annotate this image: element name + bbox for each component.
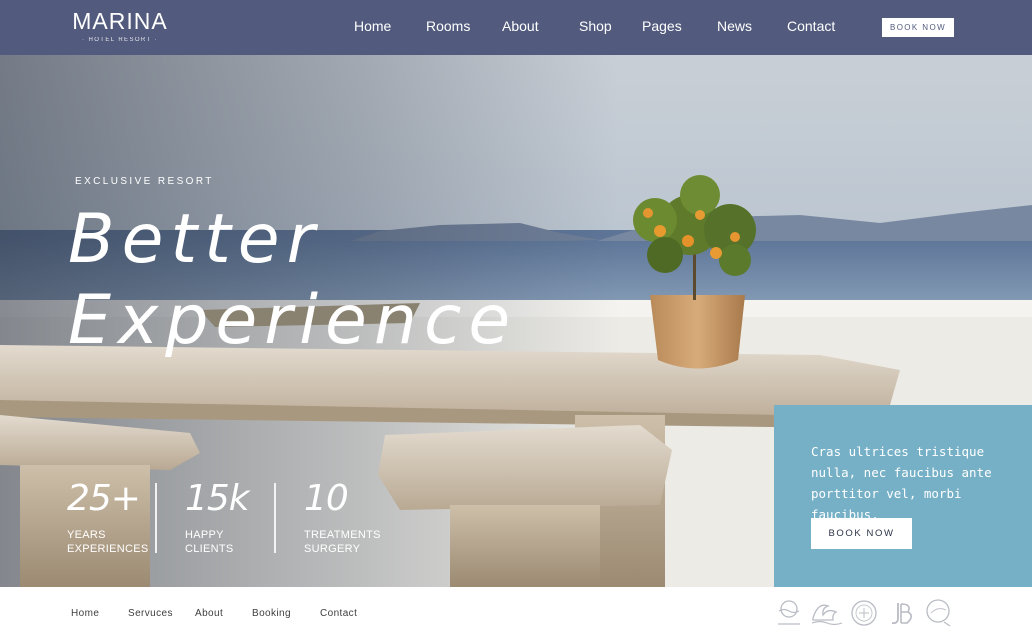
- stat-treatments-label-line2: SURGERY: [304, 543, 361, 555]
- stat-clients: 15k HAPPY CLIENTS: [185, 478, 250, 556]
- stat-divider: [274, 483, 276, 553]
- sun-sea-logo-icon: [778, 600, 800, 625]
- nav-home[interactable]: Home: [354, 18, 391, 34]
- brand-name: MARINA: [72, 8, 168, 34]
- nav-shop[interactable]: Shop: [579, 18, 612, 34]
- hero-section: EXCLUSIVE RESORT Better Experience 25+ Y…: [0, 55, 1032, 587]
- brand-tagline: · HOTEL RESORT ·: [82, 37, 158, 43]
- nav-contact[interactable]: Contact: [787, 18, 835, 34]
- stat-treatments-label-line1: TREATMENTS: [304, 529, 381, 541]
- nav-about[interactable]: About: [502, 18, 539, 34]
- footer-link-home[interactable]: Home: [71, 608, 99, 619]
- footer-link-contact[interactable]: Contact: [320, 608, 357, 619]
- stat-divider: [155, 483, 157, 553]
- brand-logo[interactable]: MARINA · HOTEL RESORT ·: [70, 8, 170, 43]
- promo-text: Cras ultrices tristique nulla, nec fauci…: [811, 444, 992, 522]
- hero-eyebrow: EXCLUSIVE RESORT: [75, 176, 214, 187]
- stat-clients-value: 15k: [185, 478, 250, 519]
- jb-monogram-logo-icon: [891, 603, 913, 625]
- nav-rooms[interactable]: Rooms: [426, 18, 470, 34]
- site-header: MARINA · HOTEL RESORT · Home Rooms About…: [0, 0, 1032, 55]
- stat-clients-label-line1: HAPPY: [185, 529, 224, 541]
- stat-years: 25+ YEARS EXPERIENCES: [67, 479, 149, 556]
- seal-logo-icon: [851, 600, 877, 626]
- footer-link-about[interactable]: About: [195, 608, 223, 619]
- header-book-now-button[interactable]: BOOK NOW: [882, 18, 954, 37]
- stat-years-label-line2: EXPERIENCES: [67, 543, 149, 555]
- stat-treatments: 10 TREATMENTS SURGERY: [304, 479, 381, 556]
- promo-card: Cras ultrices tristique nulla, nec fauci…: [774, 405, 1032, 587]
- nav-news[interactable]: News: [717, 18, 752, 34]
- stat-years-value: 25+: [67, 478, 141, 519]
- nav-pages[interactable]: Pages: [642, 18, 682, 34]
- hero-headline-line1: Better: [68, 200, 322, 279]
- stat-years-label-line1: YEARS: [67, 529, 106, 541]
- promo-book-now-button[interactable]: BOOK NOW: [811, 518, 912, 549]
- sun-circle-logo-icon: [926, 599, 951, 627]
- stat-clients-label-line2: CLIENTS: [185, 543, 234, 555]
- footer-link-services[interactable]: Servuces: [128, 608, 173, 619]
- stat-treatments-value: 10: [304, 478, 349, 519]
- footer-link-booking[interactable]: Booking: [252, 608, 291, 619]
- site-footer: Home Servuces About Booking Contact: [0, 587, 1032, 640]
- hero-headline-line2: Experience: [68, 281, 518, 360]
- wave-logo-icon: [811, 604, 843, 626]
